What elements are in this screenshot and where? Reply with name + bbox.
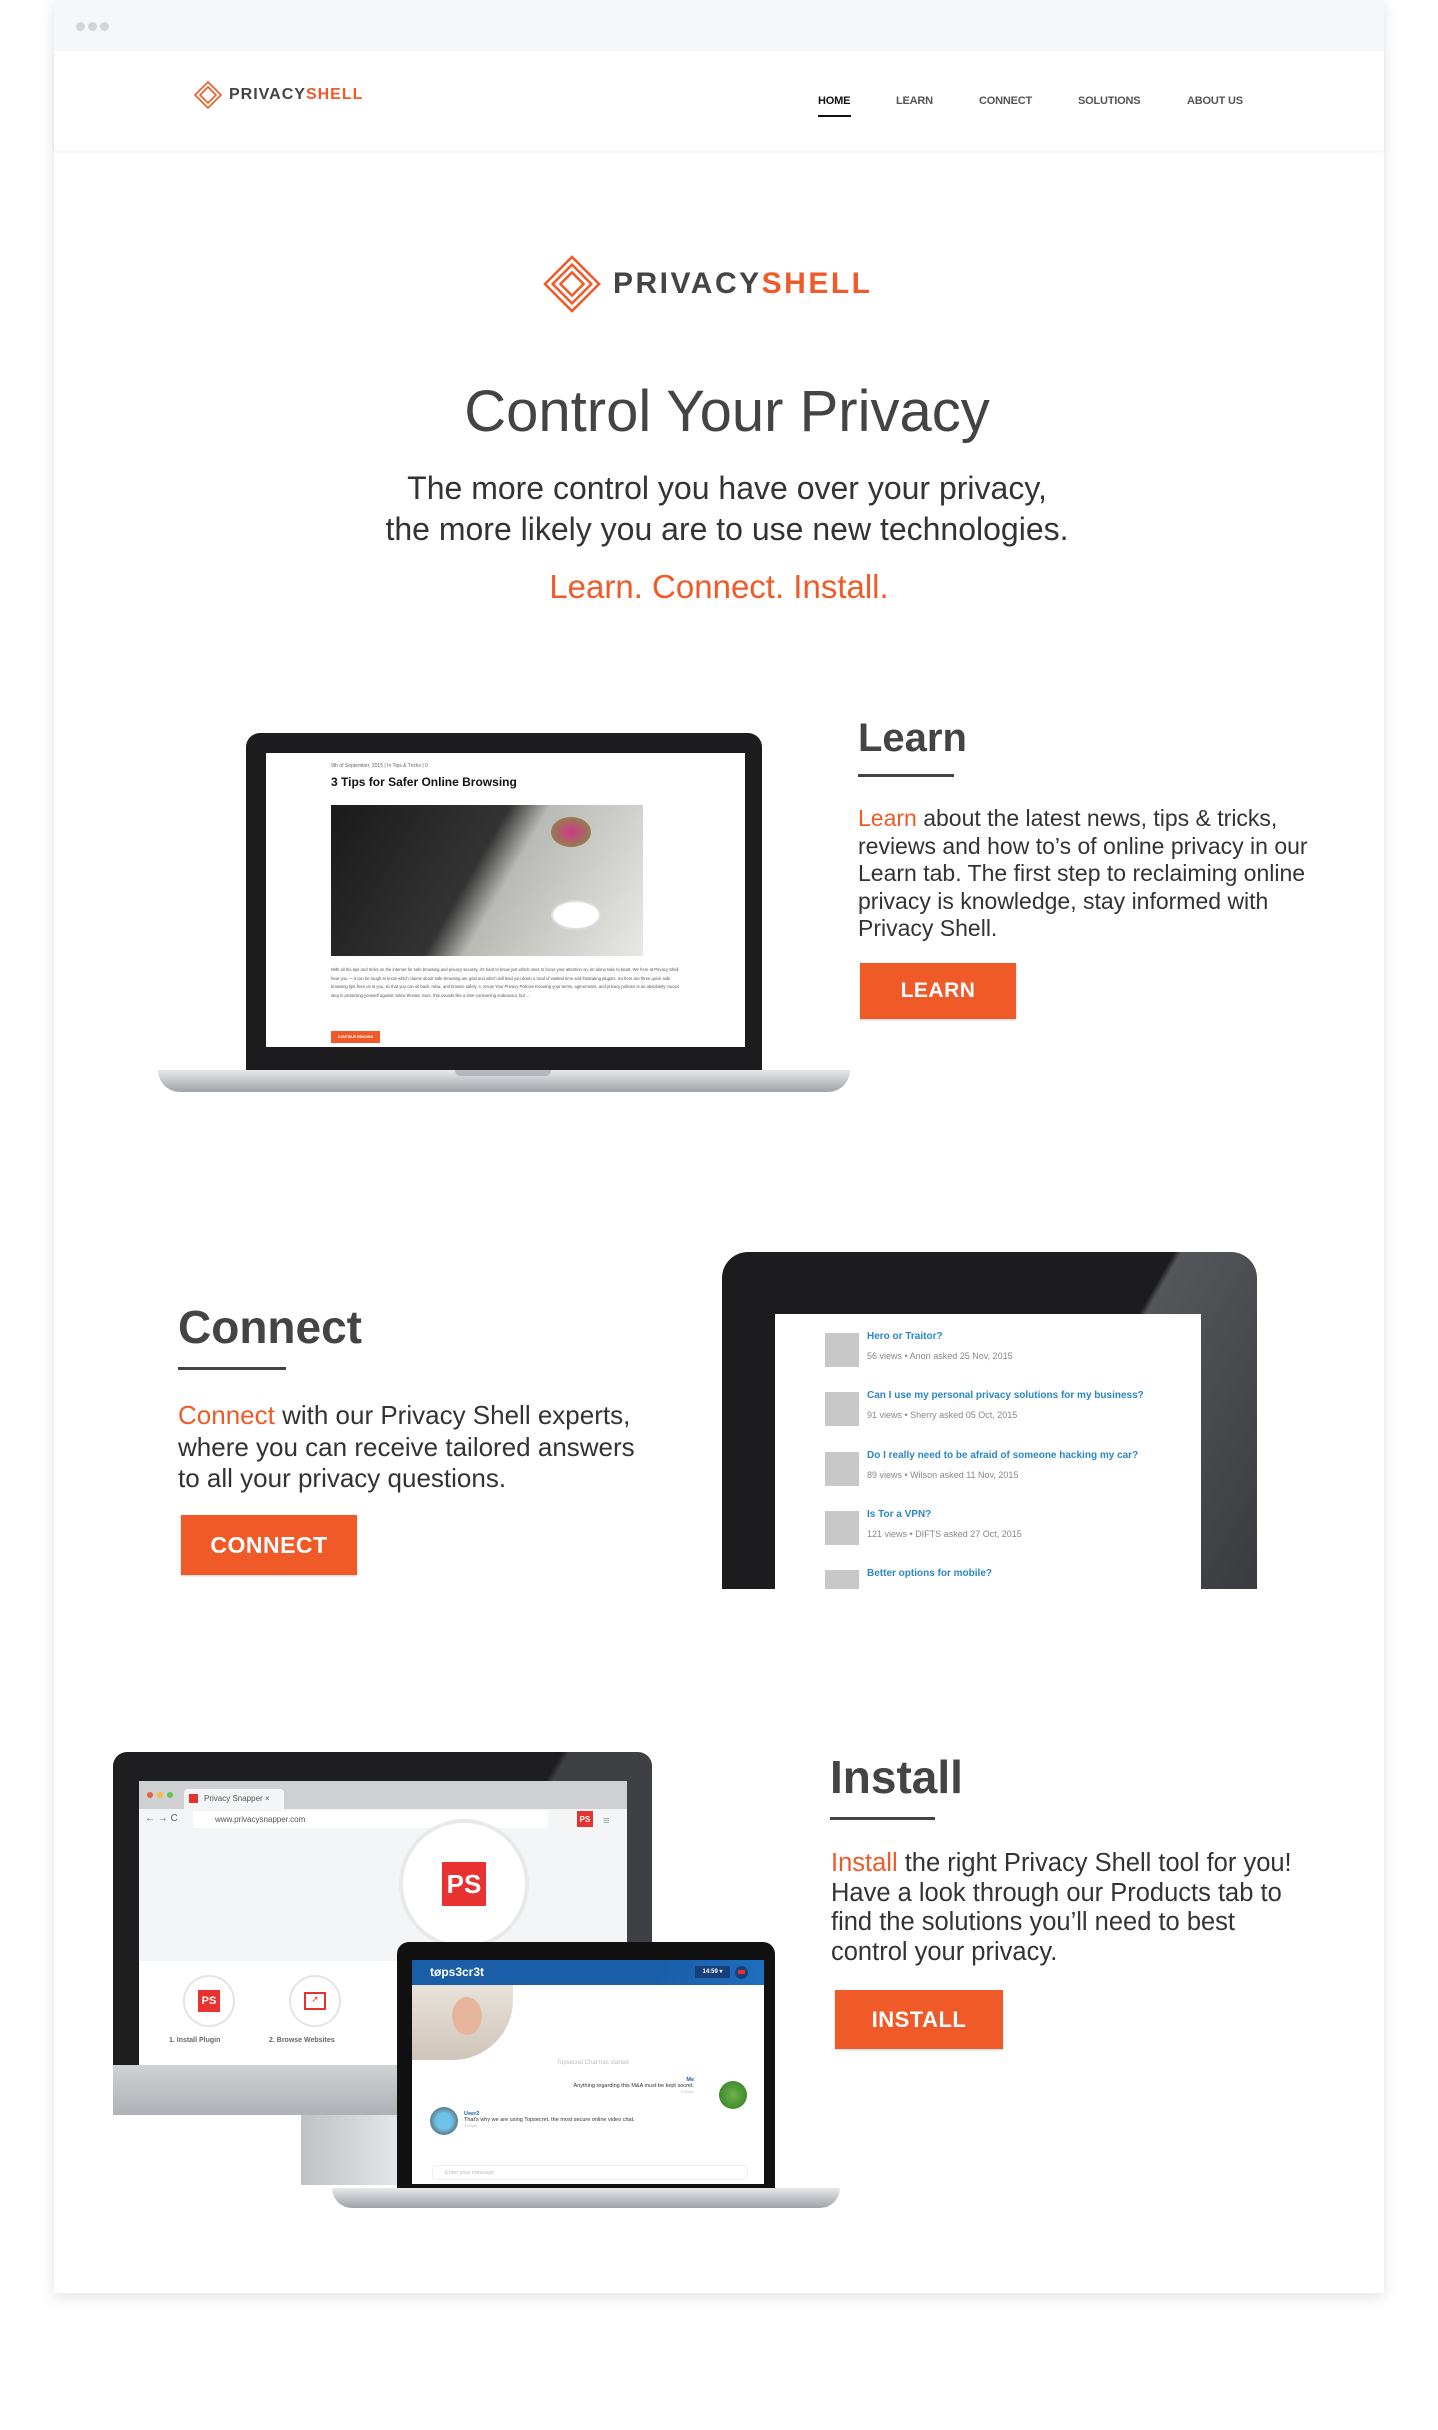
ps-extension-icon[interactable]: PS (577, 1811, 593, 1827)
heading-underline (858, 774, 954, 777)
article-meta: 9th of September, 2015 | In Tips & Trick… (331, 763, 428, 769)
flowers-image (551, 817, 591, 847)
learn-text: Learn about the latest news, tips & tric… (858, 805, 1328, 943)
maximize-dot[interactable] (167, 1792, 173, 1798)
laptop-base (332, 2188, 840, 2208)
my-message: Me Anything regarding this M&A must be ke… (573, 2077, 694, 2094)
avatar-placeholder (825, 1392, 859, 1426)
learn-button[interactable]: LEARN (860, 963, 1016, 1019)
hero-logo: PRIVACYSHELL (543, 255, 872, 313)
close-dot[interactable] (147, 1792, 153, 1798)
ps-favicon (189, 1794, 198, 1803)
nav-connect[interactable]: CONNECT (979, 95, 1032, 107)
window-dot[interactable] (76, 22, 85, 31)
coffee-cup-image (551, 900, 601, 930)
hero-title: Control Your Privacy (464, 379, 990, 444)
chat-app-screen: tøps3cr3t 14:59 ▾ Topsecret Chat has sta… (412, 1960, 764, 2184)
window-dot[interactable] (88, 22, 97, 31)
minimize-dot[interactable] (157, 1792, 163, 1798)
brand-text-accent: SHELL (761, 267, 873, 300)
question-meta: 89 views • Wilson asked 11 Nov, 2015 (867, 1470, 1019, 1480)
install-text-body: the right Privacy Shell tool for you! Ha… (831, 1849, 1292, 1966)
connect-link[interactable]: Connect (178, 1400, 275, 1430)
address-bar[interactable]: www.privacysnapper.com (193, 1811, 548, 1828)
install-text: Install the right Privacy Shell tool for… (831, 1849, 1311, 1967)
step-label: 2. Browse Websites (269, 2037, 335, 2044)
message-input[interactable]: Enter your message (432, 2165, 748, 2180)
nav-arrows-icon[interactable]: ← → C (145, 1813, 178, 1824)
menu-icon[interactable]: ≡ (603, 1815, 609, 1827)
chat-started-notice: Topsecret Chat has started (557, 2060, 629, 2066)
nav-learn[interactable]: LEARN (896, 95, 933, 107)
learn-heading: Learn (858, 716, 967, 760)
hero-subtitle: The more control you have over your priv… (0, 468, 1438, 550)
connect-text: Connect with our Privacy Shell experts, … (178, 1400, 648, 1495)
heading-underline (830, 1817, 935, 1820)
my-avatar (719, 2081, 747, 2109)
chat-header: tøps3cr3t 14:59 ▾ (412, 1960, 764, 1985)
nav-home[interactable]: HOME (818, 95, 850, 107)
laptop-notch (455, 1070, 551, 1076)
nav-solutions[interactable]: SOLUTIONS (1078, 95, 1141, 107)
connect-button[interactable]: CONNECT (181, 1515, 357, 1575)
brand-text: PRIVACY (613, 267, 762, 300)
window-dot[interactable] (100, 22, 109, 31)
browse-websites-step-icon: ➚ (289, 1975, 341, 2027)
laptop-screen-article: 9th of September, 2015 | In Tips & Trick… (266, 753, 745, 1047)
learn-text-body: about the latest news, tips & tricks, re… (858, 805, 1308, 941)
connect-heading: Connect (178, 1301, 362, 1353)
ps-logo-large: PS (442, 1862, 486, 1906)
nav-logo[interactable]: PRIVACYSHELL (193, 80, 363, 110)
avatar-placeholder (825, 1570, 859, 1589)
avatar-placeholder (825, 1452, 859, 1486)
question-meta: 91 views • Sherry asked 05 Oct, 2015 (867, 1410, 1018, 1420)
question-meta: 56 views • Anon asked 25 Nov, 2015 (867, 1351, 1013, 1361)
brand-text-accent: SHELL (305, 86, 364, 103)
window-titlebar (54, 0, 1384, 51)
end-call-icon[interactable] (735, 1966, 748, 1979)
user2-message: User2 That's why we are using Topsecret, … (464, 2111, 635, 2128)
magnifier-circle: PS (399, 1819, 529, 1949)
install-plugin-step-icon: PS (183, 1975, 235, 2027)
install-button[interactable]: INSTALL (835, 1990, 1003, 2049)
shell-logo-icon (543, 255, 601, 313)
question-title[interactable]: Better options for mobile? (867, 1568, 992, 1579)
hero-tagline: Learn. Connect. Install. (549, 568, 889, 605)
time-dropdown[interactable]: 14:59 ▾ (695, 1966, 730, 1978)
video-feed (412, 1985, 513, 2060)
user2-avatar (430, 2107, 458, 2135)
install-heading: Install (830, 1751, 963, 1803)
question-title[interactable]: Do I really need to be afraid of someone… (867, 1450, 1138, 1461)
monitor-stand (301, 2115, 402, 2185)
hero-subtitle-line: The more control you have over your priv… (407, 470, 1047, 506)
question-meta: 121 views • DIFTS asked 27 Oct, 2015 (867, 1529, 1022, 1539)
question-title[interactable]: Can I use my personal privacy solutions … (867, 1390, 1144, 1401)
nav-about-us[interactable]: ABOUT US (1187, 95, 1243, 107)
learn-link[interactable]: Learn (858, 805, 917, 831)
avatar-placeholder (825, 1333, 859, 1367)
article-body: With all the tips and tricks on the inte… (331, 967, 679, 998)
article-image (331, 805, 643, 956)
article-title[interactable]: 3 Tips for Safer Online Browsing (331, 775, 517, 789)
continue-reading-button[interactable]: CONTINUE READING (331, 1031, 380, 1043)
heading-underline (178, 1367, 286, 1370)
browser-tab[interactable]: Privacy Snapper × (184, 1789, 284, 1809)
chat-app-name: tøps3cr3t (430, 1965, 485, 1979)
tablet-screen-questions: Hero or Traitor? 56 views • Anon asked 25… (775, 1314, 1201, 1589)
step-label: 1. Install Plugin (169, 2037, 221, 2044)
hero-subtitle-line: the more likely you are to use new techn… (385, 511, 1069, 547)
shell-logo-icon (193, 80, 223, 110)
question-title[interactable]: Is Tor a VPN? (867, 1509, 931, 1520)
brand-text: PRIVACY (229, 86, 306, 103)
question-title[interactable]: Hero or Traitor? (867, 1331, 943, 1342)
nav-active-underline (818, 115, 851, 117)
install-link[interactable]: Install (831, 1849, 898, 1877)
avatar-placeholder (825, 1511, 859, 1545)
